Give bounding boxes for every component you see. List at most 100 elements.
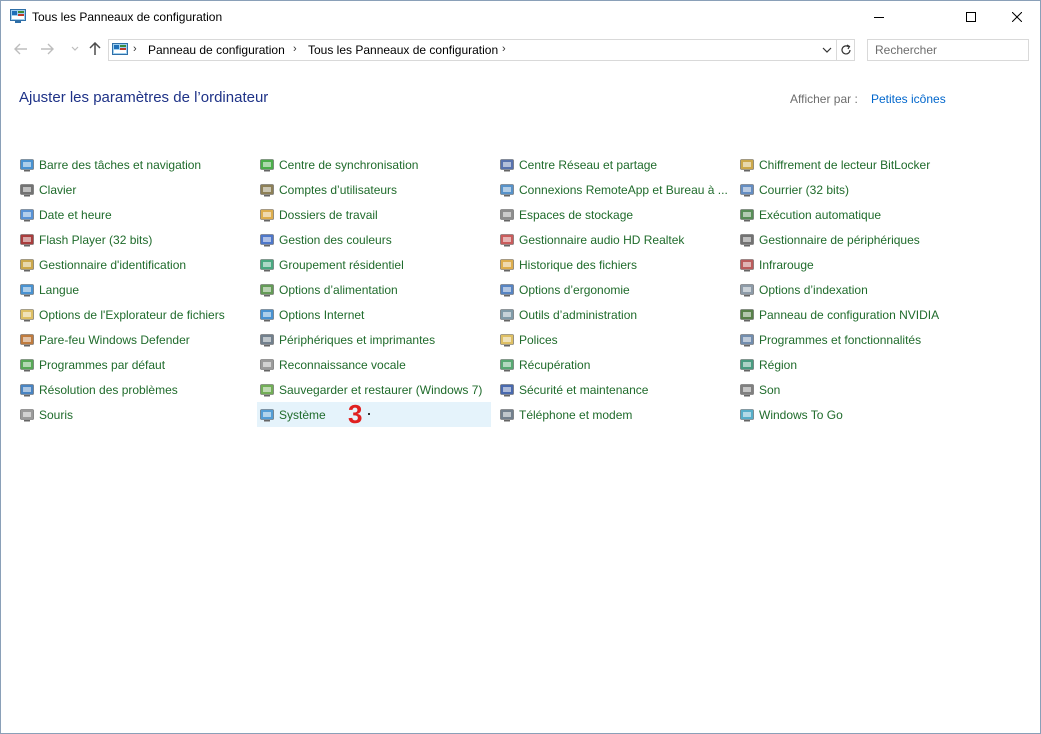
control-panel-item[interactable]: Langue [1,277,233,302]
control-panel-item[interactable]: Espaces de stockage [481,202,713,227]
minimize-button[interactable] [856,1,902,32]
control-panel-item-label: Sauvegarder et restaurer (Windows 7) [279,382,483,397]
recent-locations-button[interactable] [65,40,85,58]
control-panel-item-label: Windows To Go [759,407,843,422]
control-panel-item[interactable]: Téléphone et modem [481,402,713,427]
breadcrumb-separator-icon[interactable]: › [293,43,297,55]
control-panel-item[interactable]: Groupement résidentiel [241,252,473,277]
arrow-up-icon [89,42,101,55]
control-panel-item-label: Périphériques et imprimantes [279,332,436,347]
control-panel-item-label: Connexions RemoteApp et Bureau à ... [519,182,728,197]
control-panel-item[interactable]: Polices [481,327,713,352]
control-panel-item-label: Programmes et fonctionnalités [759,332,922,347]
control-panel-item[interactable]: Gestionnaire d'identification [1,252,233,277]
close-icon [1012,11,1022,22]
control-panel-item-label: Gestionnaire de périphériques [759,232,920,247]
control-panel-item[interactable]: Connexions RemoteApp et Bureau à ... [481,177,728,202]
control-panel-item-label: Options Internet [279,307,365,322]
control-panel-item[interactable]: Clavier [1,177,233,202]
control-panel-item[interactable]: Infrarouge [721,252,953,277]
control-panel-item-label: Pare-feu Windows Defender [39,332,190,347]
control-panel-window: Tous les Panneaux de configuration › Pan… [0,0,1041,734]
search-input[interactable] [867,39,1029,61]
control-panel-item[interactable]: Gestion des couleurs [241,227,473,252]
breadcrumb-control-panel[interactable]: Panneau de configuration [148,43,285,57]
control-panel-item[interactable]: Options Internet [241,302,473,327]
control-panel-item-label: Options d’ergonomie [519,282,630,297]
control-panel-item[interactable]: Centre Réseau et partage [481,152,713,177]
indexing-icon [739,282,755,298]
control-panel-item[interactable]: Historique des fichiers [481,252,713,277]
breadcrumb-separator-icon[interactable]: › [502,43,506,55]
arrow-left-icon [14,43,27,55]
default-programs-icon [19,357,35,373]
control-panel-item[interactable]: Reconnaissance vocale [241,352,473,377]
control-panel-item[interactable]: Flash Player (32 bits) [1,227,233,252]
work-folders-icon [259,207,275,223]
control-panel-item[interactable]: Options de l'Explorateur de fichiers [1,302,233,327]
control-panel-item[interactable]: Date et heure [1,202,233,227]
control-panel-item[interactable]: Windows To Go [721,402,953,427]
forward-button[interactable] [37,40,57,58]
control-panel-item-label: Gestion des couleurs [279,232,392,247]
back-button[interactable] [11,40,31,58]
backup-icon [259,382,275,398]
control-panel-item[interactable]: Courrier (32 bits) [721,177,953,202]
breadcrumb-all-control-panel-items[interactable]: Tous les Panneaux de configuration [308,43,498,57]
firewall-icon [19,332,35,348]
breadcrumb-separator-icon[interactable]: › [133,43,137,55]
microphone-icon [259,357,275,373]
control-panel-item[interactable]: Périphériques et imprimantes [241,327,473,352]
control-panel-item[interactable]: Options d’ergonomie [481,277,713,302]
maximize-button[interactable] [948,1,994,32]
control-panel-item[interactable]: Chiffrement de lecteur BitLocker [721,152,953,177]
control-panel-item-label: Courrier (32 bits) [759,182,850,197]
refresh-button[interactable] [837,39,855,61]
control-panel-item-label: Gestionnaire d'identification [39,257,187,272]
control-panel-item[interactable]: Programmes par défaut [1,352,233,377]
programs-icon [739,332,755,348]
color-management-icon [259,232,275,248]
control-panel-item[interactable]: Récupération [481,352,713,377]
close-button[interactable] [994,1,1040,32]
clock-icon [19,207,35,223]
chevron-down-icon [71,46,79,51]
control-panel-item-label: Historique des fichiers [519,257,638,272]
control-panel-item[interactable]: Centre de synchronisation [241,152,473,177]
control-panel-location-icon [112,43,128,57]
control-panel-item[interactable]: Résolution des problèmes [1,377,233,402]
control-panel-item[interactable]: Souris [1,402,233,427]
control-panel-item[interactable]: Gestionnaire audio HD Realtek [481,227,713,252]
control-panel-item[interactable]: Dossiers de travail [241,202,473,227]
view-by-dropdown[interactable]: Petites icônes [871,92,946,106]
control-panel-item[interactable]: Outils d’administration [481,302,713,327]
step-number-annotation: 3 [348,399,363,429]
control-panel-item[interactable]: Comptes d’utilisateurs [241,177,473,202]
control-panel-item-label: Programmes par défaut [39,357,166,372]
control-panel-item-label: Options d’indexation [759,282,868,297]
control-panel-item[interactable]: Panneau de configuration NVIDIA [721,302,953,327]
control-panel-item[interactable]: Gestionnaire de périphériques [721,227,953,252]
device-manager-icon [739,232,755,248]
address-bar[interactable]: › Panneau de configuration › Tous les Pa… [108,39,837,61]
nvidia-icon [739,307,755,323]
control-panel-item[interactable]: Système [257,402,491,427]
control-panel-item-label: Comptes d’utilisateurs [279,182,398,197]
control-panel-item[interactable]: Programmes et fonctionnalités [721,327,953,352]
address-history-button[interactable] [820,43,834,57]
control-panel-item[interactable]: Région [721,352,953,377]
users-icon [259,182,275,198]
control-panel-item[interactable]: Options d’alimentation [241,277,473,302]
up-button[interactable] [85,40,105,58]
control-panel-item[interactable]: Pare-feu Windows Defender [1,327,233,352]
infrared-icon [739,257,755,273]
navigation-bar: › Panneau de configuration › Tous les Pa… [1,34,1040,64]
control-panel-item[interactable]: Options d’indexation [721,277,953,302]
bitlocker-icon [739,157,755,173]
control-panel-item[interactable]: Barre des tâches et navigation [1,152,233,177]
control-panel-item[interactable]: Son [721,377,953,402]
troubleshoot-icon [19,382,35,398]
control-panel-item-label: Outils d’administration [519,307,638,322]
control-panel-item[interactable]: Exécution automatique [721,202,953,227]
control-panel-item[interactable]: Sécurité et maintenance [481,377,713,402]
